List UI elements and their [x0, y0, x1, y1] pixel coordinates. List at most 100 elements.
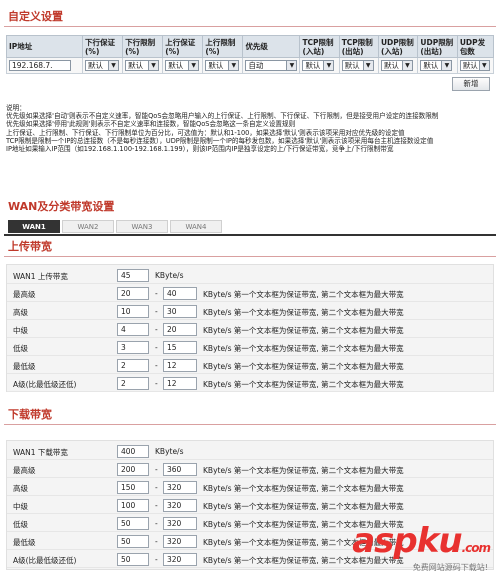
guarantee-bandwidth-input[interactable]: 50 — [117, 517, 149, 530]
priority-label: 中级 — [13, 326, 28, 335]
downlink-limit-select[interactable]: 默认 ▼ — [125, 60, 160, 71]
tab-wan2[interactable]: WAN2 — [62, 220, 114, 233]
priority-row: 中级 100-320 KByte/s 第一个文本框为保证带宽, 第二个文本框为最大带… — [7, 497, 493, 514]
priority-label: A级(比最低级还低) — [13, 380, 77, 389]
guarantee-bandwidth-input[interactable]: 150 — [117, 481, 149, 494]
tcp-out-select[interactable]: 默认 ▼ — [341, 60, 374, 71]
divider — [4, 424, 496, 425]
column-header: 下行保证(%) — [81, 35, 124, 58]
watermark-subtitle: 免费网站源码下载站! — [412, 563, 488, 572]
max-bandwidth-input[interactable]: 320 — [163, 499, 197, 512]
max-bandwidth-input[interactable]: 320 — [163, 535, 197, 548]
column-header: UDP限制(入站) — [377, 35, 419, 58]
priority-select[interactable]: 自动 ▼ — [245, 60, 298, 71]
bandwidth-description: KByte/s 第一个文本框为保证带宽, 第二个文本框为最大带宽 — [203, 290, 404, 299]
downlink-guarantee-select[interactable]: 默认 ▼ — [85, 60, 119, 71]
guarantee-bandwidth-input[interactable]: 2 — [117, 359, 149, 372]
priority-row: 高级 10-30 KByte/s 第一个文本框为保证带宽, 第二个文本框为最大带宽 — [7, 303, 493, 320]
max-bandwidth-input[interactable]: 320 — [163, 553, 197, 566]
max-bandwidth-input[interactable]: 40 — [163, 287, 197, 300]
column-header: 上行限制(%) — [202, 35, 244, 58]
guarantee-bandwidth-input[interactable]: 4 — [117, 323, 149, 336]
custom-settings-title: 自定义设置 — [8, 10, 63, 23]
wan-tabs: WAN1 WAN2 WAN3 WAN4 — [8, 220, 222, 233]
tab-wan1[interactable]: WAN1 — [8, 220, 60, 233]
notes-block: 说明： 优先级如果选择'自动'则表示不自定义速率，智能QoS会忽略用户输入的上行… — [6, 104, 494, 153]
add-rule-button[interactable]: 新增 — [452, 77, 490, 91]
range-separator: - — [155, 465, 158, 474]
range-separator: - — [155, 555, 158, 564]
priority-label: 低级 — [13, 520, 28, 529]
total-bandwidth-row: WAN1 下载带宽 400 KByte/s — [7, 443, 493, 460]
note-line: 优先级如果选择'停用'此规则'则表示不自定义速率和连接数，智能QoS会忽略这一条… — [6, 120, 296, 129]
priority-label: 最高级 — [13, 466, 36, 475]
note-line: 上行保证、上行限制、下行保证、下行限制单位为百分比，可选值为：默认和1-100，… — [6, 128, 405, 137]
tab-wan4[interactable]: WAN4 — [170, 220, 222, 233]
guarantee-bandwidth-input[interactable]: 50 — [117, 535, 149, 548]
max-bandwidth-input[interactable]: 320 — [163, 481, 197, 494]
priority-row: 最高级 200-360 KByte/s 第一个文本框为保证带宽, 第二个文本框为最大… — [7, 461, 493, 478]
guarantee-bandwidth-input[interactable]: 20 — [117, 287, 149, 300]
udp-in-select[interactable]: 默认 ▼ — [380, 60, 413, 71]
max-bandwidth-input[interactable]: 12 — [163, 359, 197, 372]
range-separator: - — [155, 325, 158, 334]
chevron-down-icon: ▼ — [323, 61, 334, 70]
aspku-watermark-logo: aspku.com — [352, 521, 491, 561]
range-separator: - — [155, 501, 158, 510]
chevron-down-icon: ▼ — [188, 61, 199, 70]
max-bandwidth-input[interactable]: 15 — [163, 341, 197, 354]
total-bandwidth-input[interactable]: 45 — [117, 269, 149, 282]
chevron-down-icon: ▼ — [362, 61, 373, 70]
column-header: 下行限制(%) — [122, 35, 164, 58]
max-bandwidth-input[interactable]: 320 — [163, 517, 197, 530]
max-bandwidth-input[interactable]: 30 — [163, 305, 197, 318]
priority-label: 高级 — [13, 308, 28, 317]
upload-bandwidth-title: 上传带宽 — [8, 240, 52, 253]
max-bandwidth-input[interactable]: 12 — [163, 377, 197, 390]
chevron-down-icon: ▼ — [286, 61, 297, 70]
priority-label: 高级 — [13, 484, 28, 493]
bandwidth-description: KByte/s 第一个文本框为保证带宽, 第二个文本框为最大带宽 — [203, 502, 404, 511]
bandwidth-description: KByte/s 第一个文本框为保证带宽, 第二个文本框为最大带宽 — [203, 484, 404, 493]
note-line: IP地址如果输入IP范围（如192.168.1.100-192.168.1.19… — [6, 145, 394, 154]
tab-wan3[interactable]: WAN3 — [116, 220, 168, 233]
guarantee-bandwidth-input[interactable]: 2 — [117, 377, 149, 390]
total-bandwidth-row: WAN1 上传带宽 45 KByte/s — [7, 267, 493, 284]
guarantee-bandwidth-input[interactable]: 50 — [117, 553, 149, 566]
custom-rules-table: IP地址 下行保证(%) 下行限制(%) 上行保证(%) 上行限制(%) 优先级 TCP限制… — [6, 35, 495, 74]
udp-out-select[interactable]: 默认 ▼ — [420, 60, 453, 71]
tcp-in-select[interactable]: 默认 ▼ — [302, 60, 335, 71]
udp-packets-select[interactable]: 默认 ▼ — [459, 60, 490, 71]
table-row: 192.168.7. 默认 ▼ 默认 ▼ 默认 ▼ 默认 ▼ 自动 ▼ 默认 ▼ 默认 ▼ 默… — [6, 57, 495, 74]
notes-heading: 说明： — [6, 104, 26, 112]
uplink-guarantee-select[interactable]: 默认 ▼ — [165, 60, 200, 71]
upload-panel: WAN1 上传带宽 45 KByte/s 最高级 20-40 KByte/s 第一个文本框… — [6, 264, 494, 392]
priority-label: A级(比最低级还低) — [13, 556, 77, 565]
priority-row: 低级 3-15 KByte/s 第一个文本框为保证带宽, 第二个文本框为最大带宽 — [7, 339, 493, 356]
priority-label: 最低级 — [13, 362, 36, 371]
priority-label: 最高级 — [13, 290, 36, 299]
guarantee-bandwidth-input[interactable]: 100 — [117, 499, 149, 512]
range-separator: - — [155, 343, 158, 352]
chevron-down-icon: ▼ — [228, 61, 239, 70]
total-bandwidth-label: WAN1 上传带宽 — [13, 272, 68, 281]
total-bandwidth-input[interactable]: 400 — [117, 445, 149, 458]
guarantee-bandwidth-input[interactable]: 10 — [117, 305, 149, 318]
max-bandwidth-input[interactable]: 360 — [163, 463, 197, 476]
priority-row: 最低级 2-12 KByte/s 第一个文本框为保证带宽, 第二个文本框为最大带宽 — [7, 357, 493, 374]
priority-label: 中级 — [13, 502, 28, 511]
bandwidth-description: KByte/s 第一个文本框为保证带宽, 第二个文本框为最大带宽 — [203, 380, 404, 389]
guarantee-bandwidth-input[interactable]: 200 — [117, 463, 149, 476]
column-header[interactable]: IP地址 — [6, 35, 83, 58]
chevron-down-icon: ▼ — [108, 61, 118, 70]
uplink-limit-select[interactable]: 默认 ▼ — [205, 60, 240, 71]
guarantee-bandwidth-input[interactable]: 3 — [117, 341, 149, 354]
range-separator: - — [155, 307, 158, 316]
max-bandwidth-input[interactable]: 20 — [163, 323, 197, 336]
column-header: UDP发包数 — [456, 35, 495, 58]
chevron-down-icon: ▼ — [478, 61, 489, 70]
bandwidth-description: KByte/s 第一个文本框为保证带宽, 第二个文本框为最大带宽 — [203, 362, 404, 371]
ip-address-input[interactable]: 192.168.7. — [9, 60, 71, 71]
divider — [4, 26, 496, 27]
bandwidth-description: KByte/s 第一个文本框为保证带宽, 第二个文本框为最大带宽 — [203, 308, 404, 317]
